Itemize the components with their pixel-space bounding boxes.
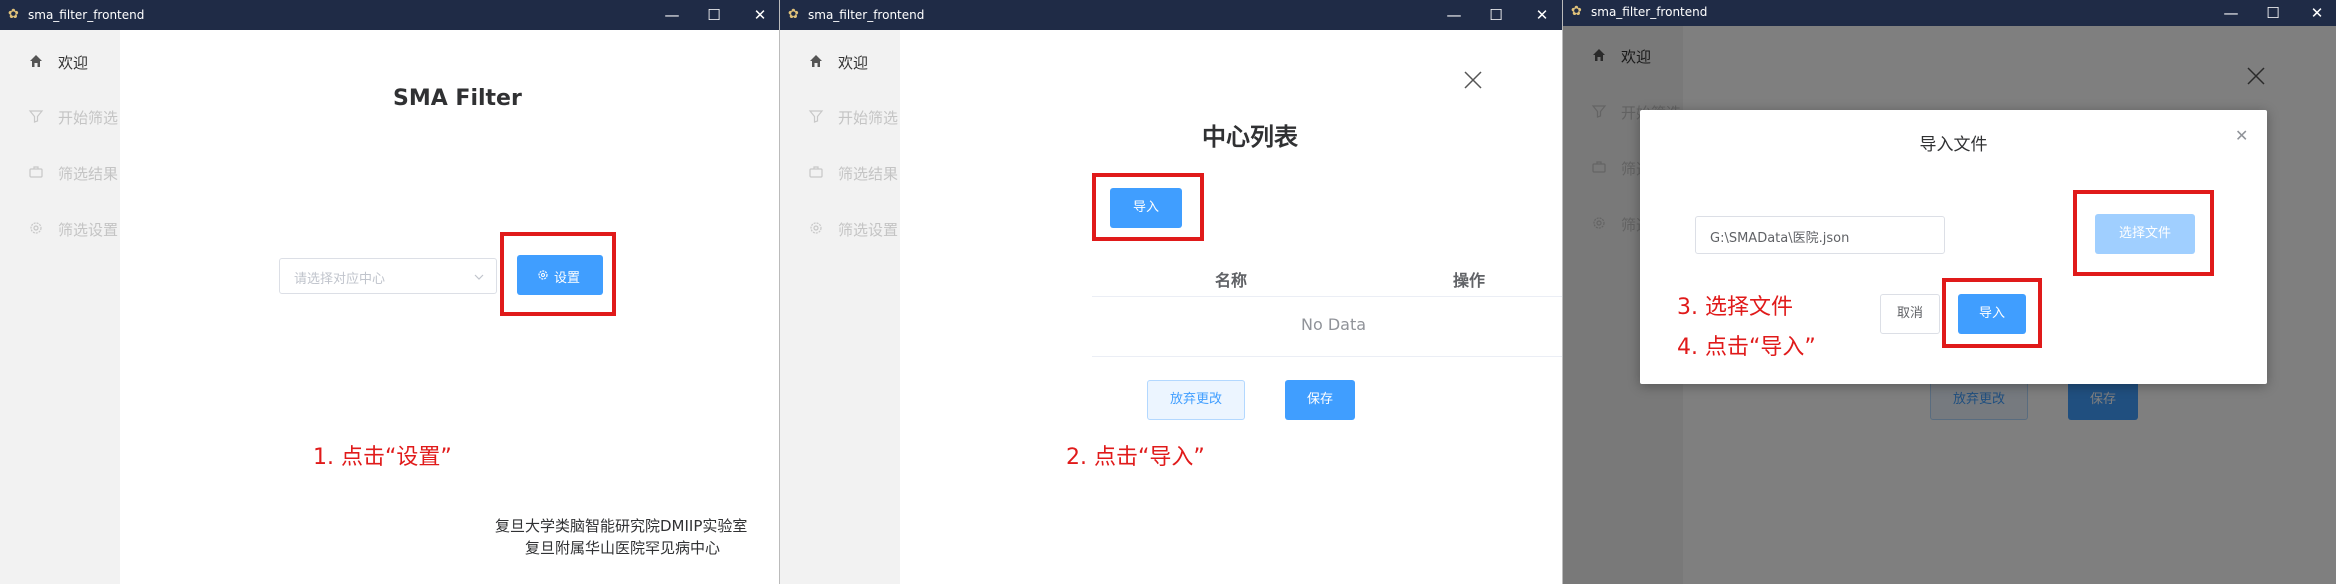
sidebar-item-welcome[interactable]: 欢迎 xyxy=(780,46,900,76)
instruction-step-2: 2. 点击“导入” xyxy=(1066,445,1205,470)
save-button-label: 保存 xyxy=(1306,392,1333,407)
sidebar: 欢迎 开始筛选 筛选结果 筛选设置 xyxy=(780,30,900,584)
briefcase-icon xyxy=(29,166,43,178)
cancel-button[interactable]: 取消 xyxy=(1880,294,1940,334)
window-title: sma_filter_frontend xyxy=(808,8,925,22)
instruction-step-3: 3. 选择文件 xyxy=(1677,295,1793,320)
sidebar-item-label: 开始筛选 xyxy=(838,109,899,127)
gear-icon xyxy=(538,270,548,280)
sidebar-item-label: 欢迎 xyxy=(838,54,869,72)
sidebar: 欢迎 开始筛选 筛选结果 筛选设置 xyxy=(0,30,120,584)
close-icon[interactable] xyxy=(1463,70,1483,90)
window-panel-2: ✿ sma_filter_frontend — ☐ ✕ 欢迎 开始筛选 筛选结果… xyxy=(780,0,1562,584)
empty-text: No Data xyxy=(1301,315,1367,334)
close-button[interactable]: ✕ xyxy=(1528,3,1556,27)
import-button[interactable]: 导入 xyxy=(1110,188,1182,228)
sidebar-item-label: 筛选结果 xyxy=(58,165,119,183)
home-icon xyxy=(810,55,822,67)
table-header: 名称 操作 xyxy=(1092,258,1562,297)
chevron-down-icon xyxy=(474,274,484,280)
title-bar: ✿ sma_filter_frontend — ☐ ✕ xyxy=(780,0,1562,30)
maximize-button[interactable]: ☐ xyxy=(2259,1,2287,25)
discard-button-label: 放弃更改 xyxy=(1169,392,1222,407)
filter-icon xyxy=(808,110,824,123)
sidebar-item-welcome[interactable]: 欢迎 xyxy=(0,46,120,76)
title-bar: ✿ sma_filter_frontend — ☐ ✕ xyxy=(0,0,779,30)
gear-icon xyxy=(30,222,42,234)
app-icon: ✿ xyxy=(1571,4,1582,19)
app-icon: ✿ xyxy=(788,7,799,22)
window-title: sma_filter_frontend xyxy=(1591,5,1708,19)
settings-button[interactable]: 设置 xyxy=(517,255,603,295)
app-icon: ✿ xyxy=(8,7,19,22)
instruction-step-4: 4. 点击“导入” xyxy=(1677,335,1816,360)
import-button-label: 导入 xyxy=(1132,200,1159,215)
center-list-drawer: 中心列表 导入 名称 操作 No Data 放弃更改 保存 2. 点击“导入” xyxy=(900,30,1562,584)
table-empty-row: No Data xyxy=(1092,297,1562,357)
maximize-button[interactable]: ☐ xyxy=(700,3,728,27)
minimize-button[interactable]: — xyxy=(1440,3,1468,27)
dialog-title: 导入文件 xyxy=(1919,135,1988,155)
close-button[interactable]: ✕ xyxy=(746,3,774,27)
sidebar-item-label: 筛选结果 xyxy=(838,165,899,183)
cancel-button-label: 取消 xyxy=(1896,306,1923,321)
column-header-action: 操作 xyxy=(1453,271,1486,290)
import-file-dialog: 导入文件 ✕ G:\SMAData\医院.json 选择文件 3. 选择文件 4… xyxy=(1640,110,2267,384)
sidebar-item-label: 筛选设置 xyxy=(838,221,899,239)
sidebar-item-start-filter[interactable]: 开始筛选 xyxy=(780,101,900,131)
import-button-label: 导入 xyxy=(1978,306,2005,321)
choose-file-button-label: 选择文件 xyxy=(2118,226,2171,241)
close-button[interactable]: ✕ xyxy=(2303,1,2331,25)
discard-changes-button[interactable]: 放弃更改 xyxy=(1147,380,1245,420)
window-title: sma_filter_frontend xyxy=(28,8,145,22)
dialog-close-icon[interactable]: ✕ xyxy=(2235,126,2248,145)
select-placeholder: 请选择对应中心 xyxy=(294,272,386,287)
briefcase-icon xyxy=(809,166,823,178)
footer-line-2: 复旦附属华山医院罕见病中心 xyxy=(525,539,721,557)
window-panel-3: ✿ sma_filter_frontend — ☐ ✕ 欢迎 开始筛选 筛选结果… xyxy=(1563,0,2336,584)
minimize-button[interactable]: — xyxy=(658,3,686,27)
sidebar-item-filter-settings[interactable]: 筛选设置 xyxy=(780,213,900,243)
page-title: SMA Filter xyxy=(393,86,522,111)
file-path-field[interactable]: G:\SMAData\医院.json xyxy=(1695,216,1945,254)
title-bar: ✿ sma_filter_frontend — ☐ ✕ xyxy=(1563,0,2336,26)
choose-file-button[interactable]: 选择文件 xyxy=(2095,214,2195,254)
minimize-button[interactable]: — xyxy=(2217,1,2245,25)
save-button[interactable]: 保存 xyxy=(1285,380,1355,420)
maximize-button[interactable]: ☐ xyxy=(1482,3,1510,27)
gear-icon xyxy=(810,222,822,234)
sidebar-item-filter-settings[interactable]: 筛选设置 xyxy=(0,213,120,243)
sidebar-item-label: 筛选设置 xyxy=(58,221,119,239)
sidebar-item-filter-results[interactable]: 筛选结果 xyxy=(780,157,900,187)
window-panel-1: ✿ sma_filter_frontend — ☐ ✕ 欢迎 开始筛选 筛选结果… xyxy=(0,0,779,584)
column-header-name: 名称 xyxy=(1215,271,1248,290)
sidebar-item-label: 开始筛选 xyxy=(58,109,119,127)
home-icon xyxy=(30,55,42,67)
sidebar-item-label: 欢迎 xyxy=(58,54,89,72)
sidebar-item-filter-results[interactable]: 筛选结果 xyxy=(0,157,120,187)
page-title: 中心列表 xyxy=(1202,123,1298,151)
footer-line-1: 复旦大学类脑智能研究院DMIIP实验室 xyxy=(495,517,748,535)
filter-icon xyxy=(28,110,44,123)
instruction-step-1: 1. 点击“设置” xyxy=(313,445,452,470)
file-path-value: G:\SMAData\医院.json xyxy=(1710,231,1850,246)
main-content: SMA Filter 请选择对应中心 设置 1. 点击“设置” 复旦大学类脑智能… xyxy=(120,30,779,584)
settings-button-label: 设置 xyxy=(554,271,581,286)
import-button[interactable]: 导入 xyxy=(1958,294,2026,334)
center-select[interactable]: 请选择对应中心 xyxy=(279,258,497,294)
sidebar-item-start-filter[interactable]: 开始筛选 xyxy=(0,101,120,131)
